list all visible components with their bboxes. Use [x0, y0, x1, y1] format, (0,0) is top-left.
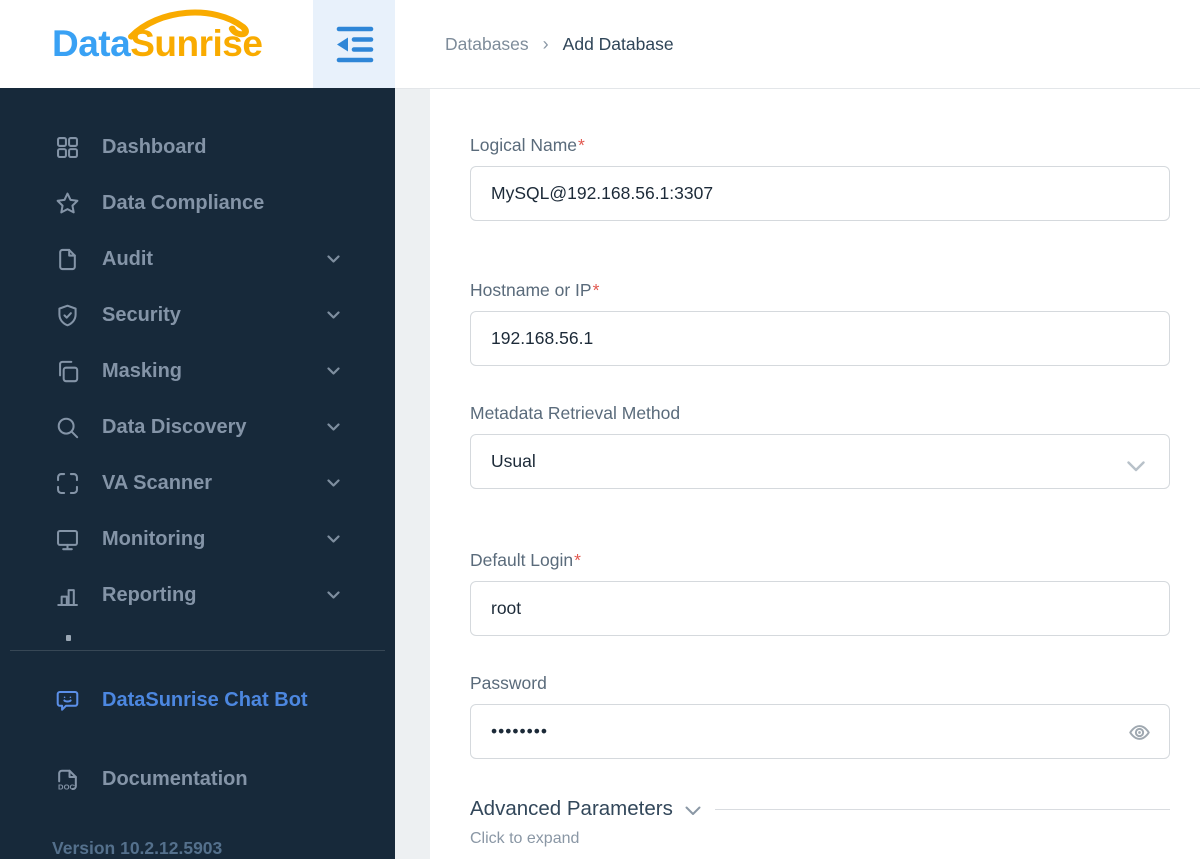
sidebar-item-label: VA Scanner [102, 471, 213, 494]
breadcrumb-add-database: Add Database [562, 33, 674, 54]
mask-copy-icon [52, 356, 82, 386]
sidebar-item-reporting[interactable]: Reporting [0, 567, 395, 623]
logo-word-data: Data [52, 23, 131, 64]
breadcrumb-separator-icon: › [542, 33, 549, 54]
version-label: Version 10.2.12.5903 [52, 837, 223, 858]
svg-text:DOC: DOC [58, 783, 75, 792]
sidebar-item-security[interactable]: Security [0, 287, 395, 343]
logo-word-sunrise: Sunrise [128, 9, 263, 65]
breadcrumb: Databases › Add Database [445, 0, 674, 88]
sidebar-item-va-scanner[interactable]: VA Scanner [0, 455, 395, 511]
default-login-label: Default Login* [470, 550, 581, 570]
chevron-down-icon [327, 367, 340, 375]
selected-option: Usual [491, 451, 536, 471]
top-header: Data Sunrise Databases › Add Database [0, 0, 1200, 89]
sidebar-item-documentation[interactable]: DOC Documentation [0, 753, 395, 806]
scanner-frame-icon [52, 468, 82, 498]
sidebar-item-masking[interactable]: Masking [0, 343, 395, 399]
bar-chart-icon [52, 580, 82, 610]
star-icon [52, 188, 82, 218]
sidebar-item-audit[interactable]: Audit [0, 231, 395, 287]
sidebar-item-data-discovery[interactable]: Data Discovery [0, 399, 395, 455]
documentation-doc-icon: DOC [52, 765, 82, 795]
sidebar-item-dashboard[interactable]: Dashboard [0, 119, 395, 175]
sidebar-item-label: Monitoring [102, 527, 206, 550]
required-asterisk: * [592, 280, 600, 300]
dashboard-grid-icon [52, 132, 82, 162]
advanced-parameters-hint: Click to expand [470, 830, 580, 847]
breadcrumb-databases[interactable]: Databases [445, 34, 529, 55]
metadata-method-label: Metadata Retrieval Method [470, 403, 681, 423]
required-asterisk: * [574, 550, 581, 570]
document-icon [52, 244, 82, 274]
advanced-parameters-title: Advanced Parameters [470, 797, 673, 820]
field-logical-name: Logical Name* [470, 134, 1170, 221]
sunrise-arc-icon [128, 9, 250, 40]
sidebar-item-label: Security [102, 303, 181, 326]
field-metadata-method: Metadata Retrieval Method Usual [470, 402, 1170, 489]
password-label: Password [470, 673, 547, 693]
app-root: Data Sunrise Databases › Add Database Da… [0, 0, 1200, 859]
sidebar-item-label: Data Discovery [102, 415, 247, 438]
eye-icon [1128, 724, 1150, 740]
scrolled-item-dot [66, 635, 71, 641]
monitor-icon [52, 524, 82, 554]
chevron-down-icon [327, 591, 340, 599]
field-hostname: Hostname or IP* [470, 279, 1170, 366]
shield-check-icon [52, 300, 82, 330]
search-icon [52, 412, 82, 442]
chevron-down-icon [327, 535, 340, 543]
logical-name-input[interactable] [470, 166, 1170, 221]
sidebar-item-label: Data Compliance [102, 191, 265, 214]
advanced-divider [714, 808, 1170, 810]
field-default-login: Default Login* [470, 549, 1170, 636]
default-login-input[interactable] [470, 581, 1170, 636]
chat-bot-icon [52, 686, 82, 716]
hostname-input[interactable] [470, 311, 1170, 366]
logical-name-label: Logical Name* [470, 135, 585, 155]
datasunrise-logo[interactable]: Data Sunrise [52, 0, 263, 88]
password-visibility-toggle[interactable] [1124, 717, 1154, 747]
main-content: Logical Name* Hostname or IP* Metadata R… [395, 88, 1200, 859]
sidebar-item-chat-bot[interactable]: DataSunrise Chat Bot [0, 675, 395, 728]
chevron-down-icon [327, 311, 340, 319]
sidebar-item-label: Audit [102, 247, 154, 270]
sidebar-nav: Dashboard Data Compliance Audit Security… [0, 88, 395, 623]
sidebar-item-monitoring[interactable]: Monitoring [0, 511, 395, 567]
sidebar-item-label: Dashboard [102, 135, 207, 158]
sidebar-collapse-button[interactable] [313, 0, 395, 88]
metadata-retrieval-select[interactable]: Usual [470, 434, 1170, 489]
chevron-down-icon [327, 479, 340, 487]
chevron-down-icon [327, 423, 340, 431]
sidebar-item-label: DataSunrise Chat Bot [102, 689, 308, 712]
sidebar-item-label: Masking [102, 359, 183, 382]
collapse-sidebar-icon [336, 26, 374, 63]
sidebar-item-label: Reporting [102, 583, 197, 606]
password-input[interactable] [470, 704, 1170, 759]
field-password: Password [470, 672, 1170, 759]
select-chevron-down-icon [1127, 456, 1145, 477]
add-database-form: Logical Name* Hostname or IP* Metadata R… [430, 88, 1200, 859]
sidebar: Dashboard Data Compliance Audit Security… [0, 88, 395, 859]
chevron-down-icon [685, 806, 701, 816]
advanced-parameters-toggle[interactable]: Advanced Parameters [470, 797, 1170, 821]
sidebar-item-data-compliance[interactable]: Data Compliance [0, 175, 395, 231]
sidebar-divider [10, 649, 385, 651]
chevron-down-icon [327, 255, 340, 263]
sidebar-item-label: Documentation [102, 768, 248, 791]
required-asterisk: * [578, 135, 585, 155]
hostname-label: Hostname or IP* [470, 280, 600, 300]
